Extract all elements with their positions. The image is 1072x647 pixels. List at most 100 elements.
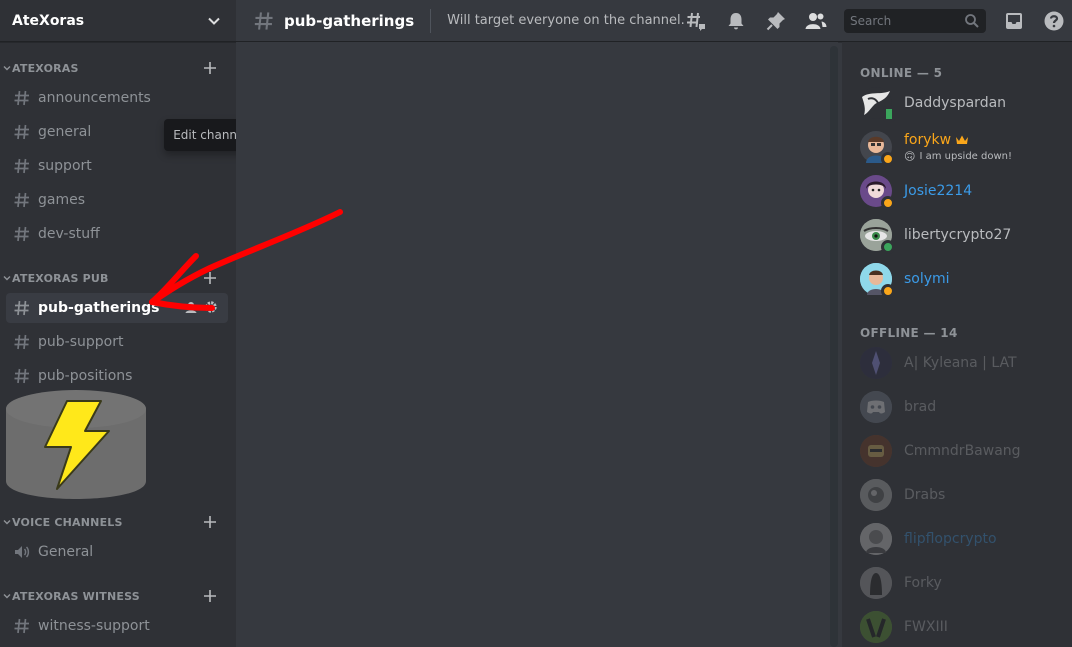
- category-voice-channels[interactable]: VOICE CHANNELS: [0, 512, 236, 532]
- channel-dev-stuff[interactable]: dev-stuff: [6, 219, 228, 249]
- channel-voice-general[interactable]: General: [6, 537, 228, 567]
- hash-icon: [12, 298, 32, 318]
- member-libertycrypto27[interactable]: libertycrypto27: [860, 215, 1070, 255]
- guild-name: AteXoras: [12, 12, 85, 29]
- hash-icon: [12, 88, 32, 108]
- create-channel-plus-icon[interactable]: [202, 588, 218, 604]
- member-text: brad: [904, 399, 936, 415]
- search-icon: [964, 13, 980, 33]
- idle-status-icon: [881, 284, 895, 298]
- channel-name: general: [38, 124, 92, 140]
- custom-status: 🙃 I am upside down!: [904, 150, 1012, 163]
- member-name: flipflopcrypto: [904, 531, 997, 547]
- member-name: Josie2214: [904, 183, 973, 199]
- member-list: ONLINE — 5 Daddyspardan forykw 🙃 I am up…: [842, 42, 1072, 647]
- member-name: forykw: [904, 132, 1012, 148]
- create-channel-plus-icon[interactable]: [202, 270, 218, 286]
- mobile-status-icon: [883, 106, 895, 122]
- member-solymi[interactable]: solymi: [860, 259, 1070, 299]
- member-text: CmmndrBawang: [904, 443, 1021, 459]
- channel-pub-gatherings[interactable]: pub-gatherings: [6, 293, 228, 323]
- hash-icon: [12, 190, 32, 210]
- custom-status-text: I am upside down!: [919, 150, 1012, 162]
- member-brad[interactable]: brad: [860, 387, 1070, 427]
- member-cmmndrbawang[interactable]: CmmndrBawang: [860, 431, 1070, 471]
- hash-icon: [12, 156, 32, 176]
- category-label: VOICE CHANNELS: [12, 515, 123, 529]
- hash-icon: [12, 366, 32, 386]
- avatar: [860, 263, 895, 298]
- guild-header[interactable]: AteXoras: [0, 0, 236, 42]
- threads-icon[interactable]: [684, 9, 708, 33]
- crown-icon: [955, 134, 969, 146]
- category-label: ATEXORAS PUB: [12, 271, 109, 285]
- channel-announcements[interactable]: announcements: [6, 83, 228, 113]
- gear-icon[interactable]: [204, 300, 218, 314]
- create-channel-plus-icon[interactable]: [202, 60, 218, 76]
- speaker-icon: [12, 542, 32, 562]
- member-drabs[interactable]: Drabs: [860, 475, 1070, 515]
- member-kyleana[interactable]: A| Kyleana | LAT: [860, 343, 1070, 383]
- channel-actions: [184, 300, 218, 314]
- message-area: [236, 42, 838, 647]
- category-collapse-icon: [2, 63, 12, 73]
- channel-name: pub-support: [38, 334, 124, 350]
- member-name: Drabs: [904, 487, 946, 503]
- member-forky[interactable]: Forky: [860, 563, 1070, 603]
- avatar: [860, 131, 895, 166]
- online-status-icon: [881, 240, 895, 254]
- channel-name: pub-positions: [38, 368, 133, 384]
- channel-games[interactable]: games: [6, 185, 228, 215]
- search-box[interactable]: [844, 9, 986, 33]
- member-flipflopcrypto[interactable]: flipflopcrypto: [860, 519, 1070, 559]
- avatar: [860, 567, 892, 599]
- create-channel-plus-icon[interactable]: [202, 514, 218, 530]
- member-name: CmmndrBawang: [904, 443, 1021, 459]
- help-icon[interactable]: [1042, 9, 1066, 33]
- channel-name: games: [38, 192, 86, 208]
- member-text: forykw 🙃 I am upside down!: [904, 132, 1012, 163]
- channel-pub-positions[interactable]: pub-positions: [6, 361, 228, 391]
- pin-icon[interactable]: [764, 9, 788, 33]
- idle-status-icon: [881, 152, 895, 166]
- category-collapse-icon: [2, 273, 12, 283]
- inbox-icon[interactable]: [1002, 9, 1026, 33]
- hash-icon: [12, 224, 32, 244]
- custom-status-emoji: 🙃: [904, 149, 916, 163]
- member-name: libertycrypto27: [904, 227, 1012, 243]
- category-atexoras-pub[interactable]: ATEXORAS PUB: [0, 268, 236, 288]
- member-text: Forky: [904, 575, 942, 591]
- category-atexoras[interactable]: ATEXORAS: [0, 58, 236, 78]
- member-text: libertycrypto27: [904, 227, 1011, 243]
- avatar: [860, 391, 892, 423]
- avatar: [860, 219, 895, 254]
- channel-support[interactable]: support: [6, 151, 228, 181]
- member-name: FWXIII: [904, 619, 948, 635]
- category-atexoras-witness[interactable]: ATEXORAS WITNESS: [0, 586, 236, 606]
- channel-topic[interactable]: Will target everyone on the channel. If …: [447, 13, 687, 28]
- avatar: [860, 523, 892, 555]
- member-list-icon[interactable]: [804, 9, 828, 33]
- chat-scrollbar[interactable]: [830, 46, 838, 647]
- member-josie2214[interactable]: Josie2214: [860, 171, 1070, 211]
- member-name: brad: [904, 399, 937, 415]
- channel-name: support: [38, 158, 92, 174]
- channel-name: General: [38, 544, 94, 560]
- member-fwxiii[interactable]: FWXIII: [860, 607, 1070, 647]
- member-text: FWXIII: [904, 619, 948, 635]
- member-text: Daddyspardan: [904, 95, 1006, 111]
- category-collapse-icon: [2, 591, 12, 601]
- member-text: flipflopcrypto: [904, 531, 997, 547]
- invite-person-icon[interactable]: [184, 300, 198, 314]
- member-forykw[interactable]: forykw 🙃 I am upside down!: [860, 127, 1070, 167]
- channel-witness-support[interactable]: witness-support: [6, 611, 228, 641]
- member-name: solymi: [904, 271, 950, 287]
- avatar: [860, 479, 892, 511]
- chevron-down-icon[interactable]: [206, 13, 222, 29]
- online-header: ONLINE — 5: [860, 66, 943, 80]
- bell-icon[interactable]: [724, 9, 748, 33]
- channel-pub-support[interactable]: pub-support: [6, 327, 228, 357]
- hash-icon: [12, 122, 32, 142]
- channel-name: witness-support: [38, 618, 150, 634]
- member-daddyspardan[interactable]: Daddyspardan: [860, 83, 1070, 123]
